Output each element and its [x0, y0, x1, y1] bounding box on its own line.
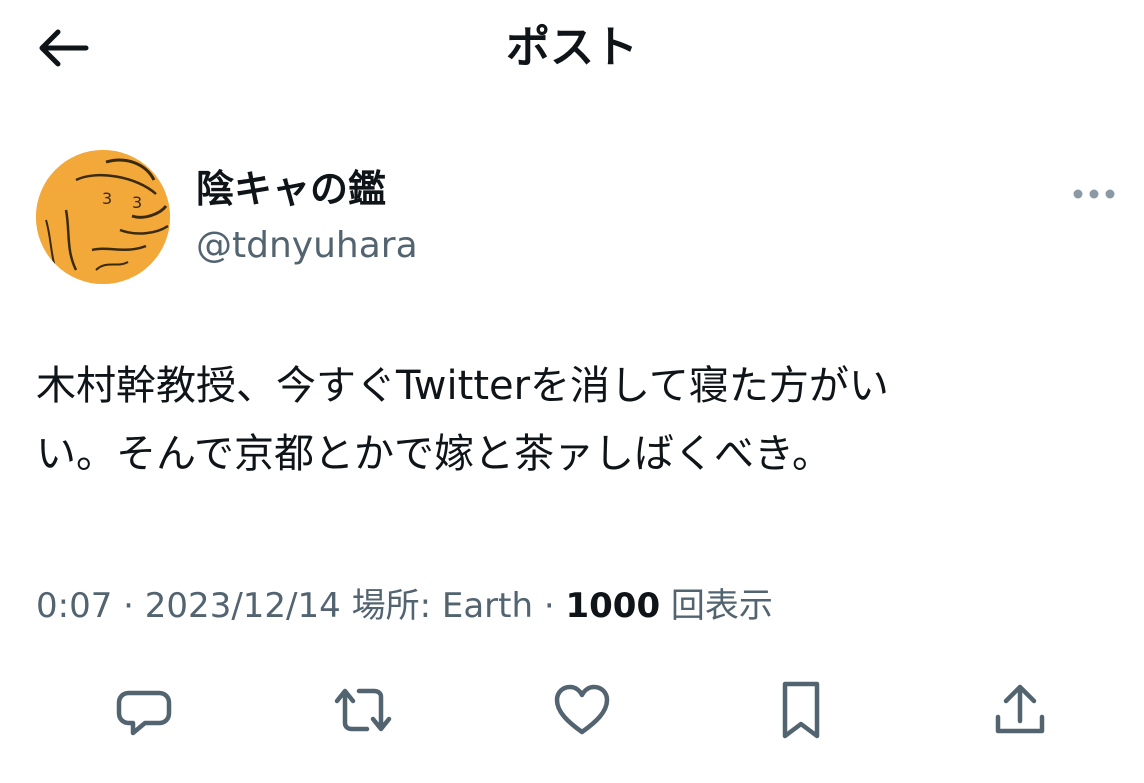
reply-icon [116, 690, 172, 736]
tweet-location: 場所: Earth [351, 586, 534, 626]
bookmark-button[interactable] [769, 678, 833, 742]
repost-icon [334, 688, 392, 732]
meta-separator: · [543, 586, 555, 626]
svg-text:3: 3 [102, 189, 112, 208]
tweet-date[interactable]: 2023/12/14 [145, 586, 341, 626]
reply-button[interactable] [112, 678, 176, 742]
svg-text:3: 3 [132, 193, 142, 212]
action-bar [0, 670, 1144, 750]
more-horizontal-icon [1073, 189, 1115, 199]
tweet-time[interactable]: 0:07 [36, 586, 112, 626]
views-label: 回表示 [670, 586, 773, 626]
tweet-text: 木村幹教授、今すぐTwitterを消して寝た方がい い。そんで京都とかで嫁と茶ァ… [36, 352, 1096, 488]
heart-icon [554, 684, 610, 735]
bookmark-icon [782, 681, 820, 739]
tweet-metadata: 0:07 · 2023/12/14 場所: Earth · 1000 回表示 [36, 578, 773, 634]
avatar[interactable]: 3 3 [36, 150, 170, 284]
like-button[interactable] [550, 678, 614, 742]
meta-separator: · [123, 586, 134, 626]
top-bar: ポスト [0, 0, 1144, 100]
share-button[interactable] [988, 678, 1052, 742]
repost-button[interactable] [331, 678, 395, 742]
tweet-text-line: 木村幹教授、今すぐTwitterを消して寝た方がい [36, 363, 889, 409]
user-handle[interactable]: @tdnyuhara [196, 222, 418, 270]
author-row: 3 3 陰キャの鑑 @tdnyuhara [36, 150, 1116, 290]
display-name[interactable]: 陰キャの鑑 [196, 164, 386, 214]
more-options-button[interactable] [1064, 172, 1124, 216]
tweet-text-line: い。そんで京都とかで嫁と茶ァしばくべき。 [36, 431, 832, 477]
avatar-image: 3 3 [36, 150, 170, 284]
share-icon [995, 684, 1045, 734]
views-count[interactable]: 1000 [565, 586, 660, 626]
page-title: ポスト [506, 22, 638, 73]
